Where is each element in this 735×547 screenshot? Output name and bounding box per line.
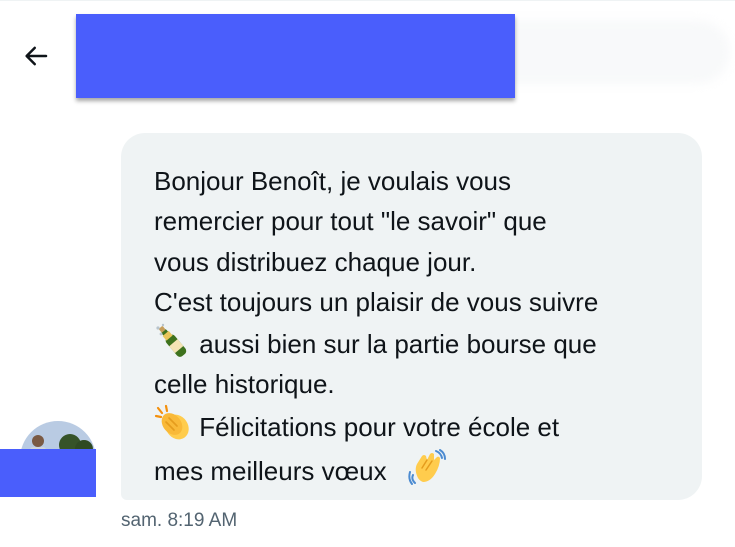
clapping-hands-icon — [154, 405, 189, 440]
message-bubble[interactable]: Bonjour Benoît, je voulais vous remercie… — [121, 133, 702, 500]
message-line: Bonjour Benoît, je voulais vous — [154, 166, 511, 196]
message-line-with-emoji: Félicitations pour votre école et — [154, 404, 678, 447]
message-line-with-emoji: mes meilleurs vœux — [154, 448, 678, 491]
conversation-header — [0, 0, 735, 110]
message-line-text: mes meilleurs vœux — [154, 455, 387, 486]
message-line: celle historique. — [154, 369, 335, 400]
champagne-bottle-icon — [156, 323, 187, 357]
back-button[interactable] — [16, 36, 56, 76]
message-line-text: aussi bien sur la partie bourse que — [199, 328, 597, 359]
message-timestamp: sam. 8:19 AM — [121, 510, 238, 531]
message-line: vous distribuez chaque jour. — [154, 246, 477, 277]
redacted-user-name — [76, 14, 515, 98]
message-line: C'est toujours un plaisir de vous suivre — [154, 287, 599, 318]
message-line-text: Félicitations pour votre école et — [199, 412, 560, 443]
arrow-left-icon — [25, 46, 48, 66]
message-line: remercier pour tout "le savoir" que — [154, 206, 547, 237]
waving-hand-icon — [408, 448, 447, 485]
message-line-with-emoji: aussi bien sur la partie bourse que — [154, 323, 678, 364]
redacted-avatar-block — [0, 449, 96, 497]
